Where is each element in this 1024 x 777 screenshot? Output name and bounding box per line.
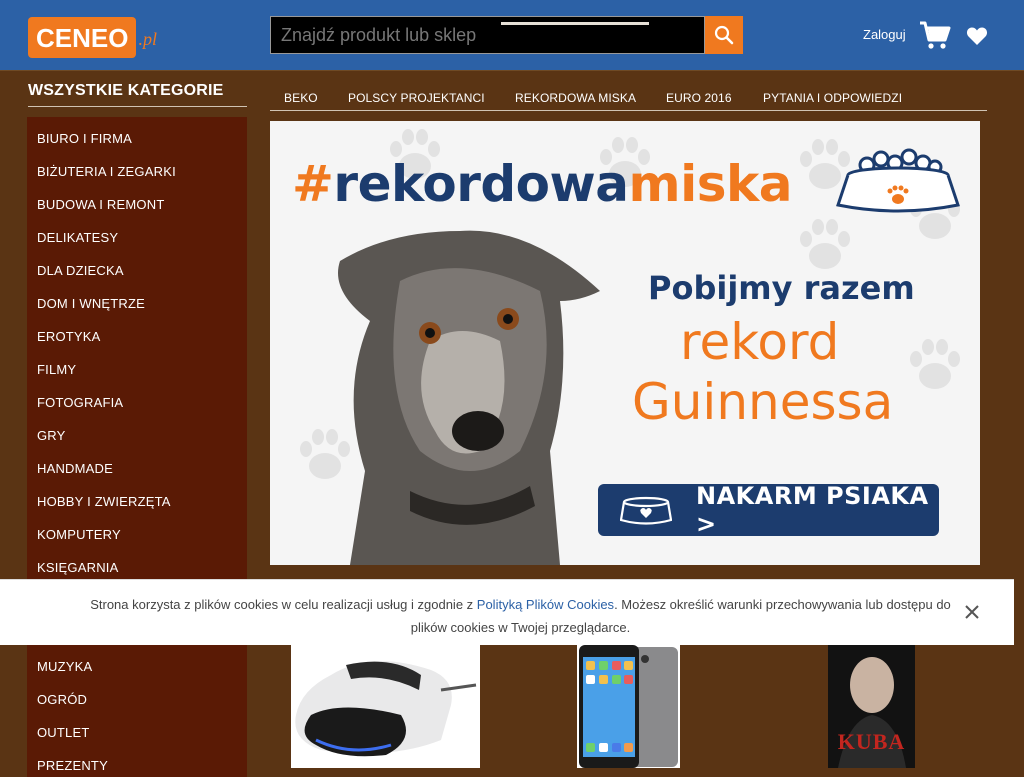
tab-pytania[interactable]: PYTANIA I ODPOWIEDZI bbox=[763, 91, 902, 105]
sidebar-item-erotyka[interactable]: EROTYKA bbox=[37, 329, 101, 344]
sidebar-item-budowa[interactable]: BUDOWA I REMONT bbox=[37, 197, 164, 212]
sidebar-item-fotografia[interactable]: FOTOGRAFIA bbox=[37, 395, 123, 410]
sidebar-item-komputery[interactable]: KOMPUTERY bbox=[37, 527, 121, 542]
sidebar-item-biuro[interactable]: BIURO I FIRMA bbox=[37, 131, 132, 146]
category-sidebar: BIURO I FIRMA BIŻUTERIA I ZEGARKI BUDOWA… bbox=[27, 117, 247, 777]
banner-line-3: Guinnessa bbox=[632, 373, 894, 431]
tab-rekordowa-miska[interactable]: REKORDOWA MISKA bbox=[515, 91, 636, 105]
bowl-icon bbox=[620, 496, 672, 525]
active-tab-indicator bbox=[501, 22, 649, 25]
sidebar-item-muzyka[interactable]: MUZYKA bbox=[37, 659, 92, 674]
banner-line-2: rekord bbox=[680, 313, 840, 371]
search-icon bbox=[714, 25, 734, 45]
logo-suffix: .pl bbox=[138, 29, 157, 49]
heart-icon[interactable] bbox=[966, 26, 988, 46]
cookie-text-before: Strona korzysta z plików cookies w celu … bbox=[90, 597, 477, 612]
cookie-policy-link[interactable]: Polityką Plików Cookies bbox=[477, 597, 614, 612]
tab-polscy-projektanci[interactable]: POLSCY PROJEKTANCI bbox=[348, 91, 485, 105]
cookie-banner: Strona korzysta z plików cookies w celu … bbox=[0, 579, 1014, 645]
banner-line-1: Pobijmy razem bbox=[648, 269, 915, 307]
iphone-image bbox=[579, 645, 678, 768]
sidebar-item-dom[interactable]: DOM I WNĘTRZE bbox=[37, 296, 145, 311]
site-header: CENEO .pl Zaloguj bbox=[0, 0, 1024, 70]
login-link[interactable]: Zaloguj bbox=[863, 27, 906, 42]
sidebar-item-ksiegarnia[interactable]: KSIĘGARNIA bbox=[37, 560, 118, 575]
dog-image bbox=[338, 230, 600, 565]
product-book[interactable]: KUBA bbox=[828, 645, 915, 768]
sidebar-item-ogrod[interactable]: OGRÓD bbox=[37, 692, 87, 707]
tab-beko[interactable]: BEKO bbox=[284, 91, 318, 105]
promo-banner[interactable]: #rekordowamiska Pobijmy razem rekord Gui… bbox=[270, 121, 980, 565]
feed-dog-label: NAKARM PSIAKA > bbox=[696, 482, 929, 538]
tab-euro-2016[interactable]: EURO 2016 bbox=[666, 91, 732, 105]
ceneo-logo[interactable]: CENEO .pl bbox=[28, 12, 157, 58]
logo-text: CENEO bbox=[28, 17, 137, 58]
sidebar-item-gry[interactable]: GRY bbox=[37, 428, 66, 443]
header-divider bbox=[0, 70, 1024, 71]
sidebar-title: WSZYSTKIE KATEGORIE bbox=[28, 82, 247, 107]
hashtag-part1: rekordowa bbox=[333, 155, 629, 213]
paw-print-icon bbox=[910, 339, 960, 389]
sidebar-item-bizuteria[interactable]: BIŻUTERIA I ZEGARKI bbox=[37, 164, 176, 179]
vr-headset-image bbox=[295, 661, 477, 757]
sidebar-item-outlet[interactable]: OUTLET bbox=[37, 725, 89, 740]
hashtag-prefix: # bbox=[292, 155, 334, 213]
product-vr-headset[interactable] bbox=[291, 645, 480, 768]
sidebar-item-filmy[interactable]: FILMY bbox=[37, 362, 76, 377]
sidebar-item-dla-dziecka[interactable]: DLA DZIECKA bbox=[37, 263, 124, 278]
sidebar-item-delikatesy[interactable]: DELIKATESY bbox=[37, 230, 118, 245]
banner-hashtag: #rekordowamiska bbox=[292, 155, 792, 213]
book-title: KUBA bbox=[837, 729, 906, 754]
feed-dog-button[interactable]: NAKARM PSIAKA > bbox=[598, 482, 939, 538]
search-button[interactable] bbox=[705, 16, 743, 54]
close-icon[interactable] bbox=[964, 604, 980, 620]
sidebar-item-prezenty[interactable]: PREZENTY bbox=[37, 758, 108, 773]
cookie-text: Strona korzysta z plików cookies w celu … bbox=[78, 593, 963, 639]
promo-tabs: BEKO POLSCY PROJEKTANCI REKORDOWA MISKA … bbox=[270, 86, 987, 111]
dog-bowl-icon bbox=[836, 148, 960, 213]
product-iphone[interactable] bbox=[577, 645, 680, 768]
hashtag-part2: miska bbox=[628, 155, 792, 213]
cart-icon[interactable] bbox=[919, 20, 951, 50]
sidebar-item-handmade[interactable]: HANDMADE bbox=[37, 461, 113, 476]
sidebar-item-hobby[interactable]: HOBBY I ZWIERZĘTA bbox=[37, 494, 171, 509]
